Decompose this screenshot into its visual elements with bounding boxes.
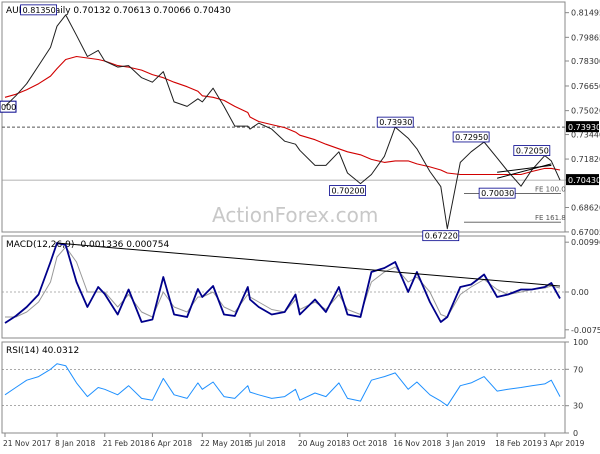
xtick-label: 21 Feb 2018 bbox=[103, 439, 150, 448]
left-edge-label: 000 bbox=[1, 103, 16, 112]
price-ytick-label: 0.68620 bbox=[571, 203, 600, 212]
watermark: ActionForex.com bbox=[212, 203, 378, 227]
rsi-panel-title: RSI(14) 40.0312 bbox=[6, 346, 79, 356]
price-annotation-label: 0.72050 bbox=[516, 147, 549, 156]
xtick-label: 3 Oct 2018 bbox=[346, 439, 388, 448]
price-annotation-label: 0.70200 bbox=[332, 187, 365, 196]
price-annotation-label: 0.73930 bbox=[379, 118, 412, 127]
rsi-ytick-label: 0 bbox=[573, 429, 578, 438]
price-ytick-label: 0.76650 bbox=[571, 82, 600, 91]
xtick-label: 3 Jan 2019 bbox=[445, 439, 485, 448]
chart-container: ActionForex.com AUDUSD,Daily 0.70132 0.7… bbox=[0, 0, 600, 450]
rsi-ytick-label: 100 bbox=[573, 338, 588, 347]
xtick-label: 5 Jul 2018 bbox=[248, 439, 286, 448]
xtick-label: 22 May 2018 bbox=[200, 439, 249, 448]
fib-level-label: FE 161.8 bbox=[535, 214, 566, 222]
xtick-label: 16 Nov 2018 bbox=[393, 439, 441, 448]
price-annotation-label: 0.72950 bbox=[455, 133, 488, 142]
price-annotation-label: 0.81350 bbox=[23, 6, 56, 15]
resistance-price-label: 0.73930 bbox=[568, 123, 600, 132]
price-annotation-label: 0.67220 bbox=[425, 232, 458, 241]
xtick-label: 18 Feb 2019 bbox=[495, 439, 542, 448]
xtick-label: 21 Nov 2017 bbox=[3, 439, 51, 448]
xtick-label: 6 Apr 2018 bbox=[150, 439, 192, 448]
xtick-label: 20 Aug 2018 bbox=[298, 439, 346, 448]
xtick-label: 3 Apr 2019 bbox=[543, 439, 585, 448]
price-ytick-label: 0.67005 bbox=[571, 228, 600, 237]
current-price-label: 0.70430 bbox=[568, 176, 600, 185]
price-ytick-label: 0.75020 bbox=[571, 107, 600, 116]
rsi-ytick-label: 30 bbox=[573, 402, 583, 411]
chart-svg: ActionForex.com AUDUSD,Daily 0.70132 0.7… bbox=[0, 0, 600, 450]
xtick-label: 8 Jan 2018 bbox=[55, 439, 95, 448]
price-ytick-label: 0.79865 bbox=[571, 33, 600, 42]
price-annotation-label: 0.70030 bbox=[481, 189, 514, 198]
macd-ytick-label: -0.00756 bbox=[571, 326, 600, 335]
fib-level-label: FE 100.0 bbox=[535, 185, 566, 193]
price-ytick-label: 0.78300 bbox=[571, 57, 600, 66]
macd-ytick-label: 0.009964 bbox=[571, 238, 600, 247]
macd-ytick-label: 0.00 bbox=[571, 288, 589, 297]
price-ytick-label: 0.81495 bbox=[571, 9, 600, 18]
price-ytick-label: 0.71820 bbox=[571, 155, 600, 164]
rsi-ytick-label: 70 bbox=[573, 365, 583, 374]
macd-panel-title: MACD(12,26,9) -0.001336 0.000754 bbox=[6, 240, 169, 250]
